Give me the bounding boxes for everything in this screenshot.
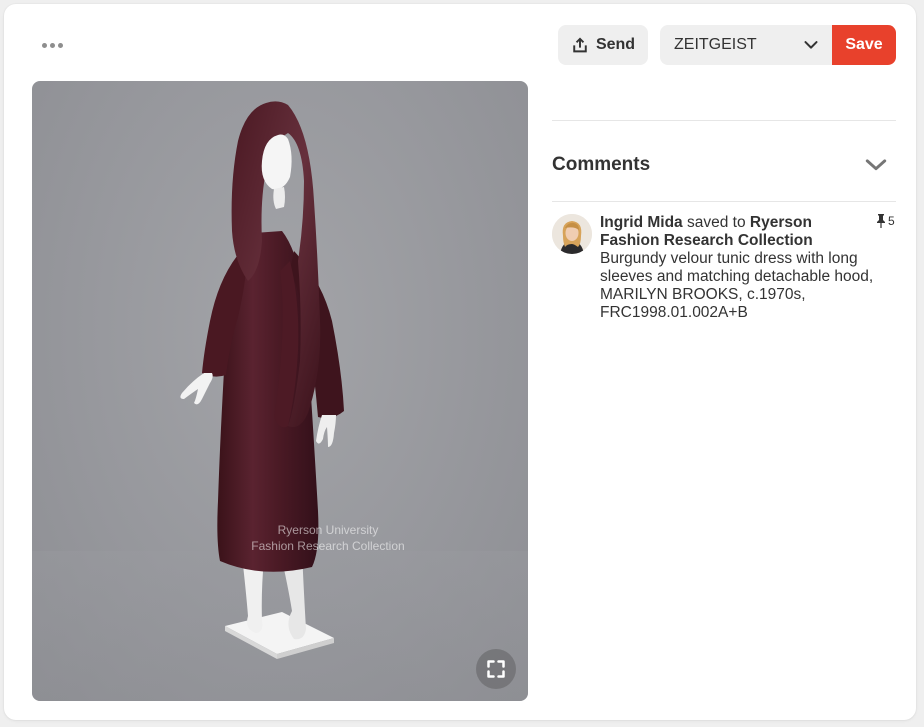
- board-name: ZEITGEIST: [674, 36, 757, 53]
- pin-card: Send ZEITGEIST Save Ryerson University F…: [4, 4, 916, 720]
- expand-icon: [487, 660, 505, 678]
- share-upload-icon: [573, 37, 587, 53]
- save-button[interactable]: Save: [832, 25, 896, 65]
- chevron-down-icon: [865, 159, 887, 171]
- mannequin-dress-photo: [32, 101, 528, 701]
- ellipsis-icon: [41, 42, 47, 48]
- chevron-down-icon: [804, 41, 818, 49]
- avatar-photo: [552, 214, 592, 254]
- pin-count: 5: [876, 214, 895, 228]
- watermark-line-1: Ryerson University: [277, 523, 379, 537]
- activity-action: saved to: [686, 214, 746, 231]
- avatar[interactable]: [552, 214, 592, 254]
- divider: [552, 120, 896, 121]
- divider: [552, 201, 896, 202]
- pin-image[interactable]: Ryerson University Fashion Research Coll…: [32, 81, 528, 701]
- comments-toggle-button[interactable]: [862, 152, 890, 178]
- more-options-button[interactable]: [34, 32, 70, 58]
- board-dropdown[interactable]: ZEITGEIST: [660, 25, 832, 65]
- ellipsis-dot: [57, 42, 63, 48]
- ellipsis-dot: [49, 42, 55, 48]
- user-name[interactable]: Ingrid Mida: [600, 214, 683, 231]
- watermark-line-2: Fashion Research Collection: [251, 539, 405, 553]
- comments-heading: Comments: [552, 154, 651, 175]
- send-button[interactable]: Send: [558, 25, 648, 65]
- expand-image-button[interactable]: [476, 649, 516, 689]
- send-label: Send: [595, 36, 636, 53]
- pushpin-icon: [877, 214, 885, 228]
- pin-description: Burgundy velour tunic dress with long sl…: [600, 250, 874, 321]
- pin-count-value: 5: [888, 214, 895, 228]
- activity-text: Ingrid Mida saved to Ryerson Fashion Res…: [600, 214, 875, 322]
